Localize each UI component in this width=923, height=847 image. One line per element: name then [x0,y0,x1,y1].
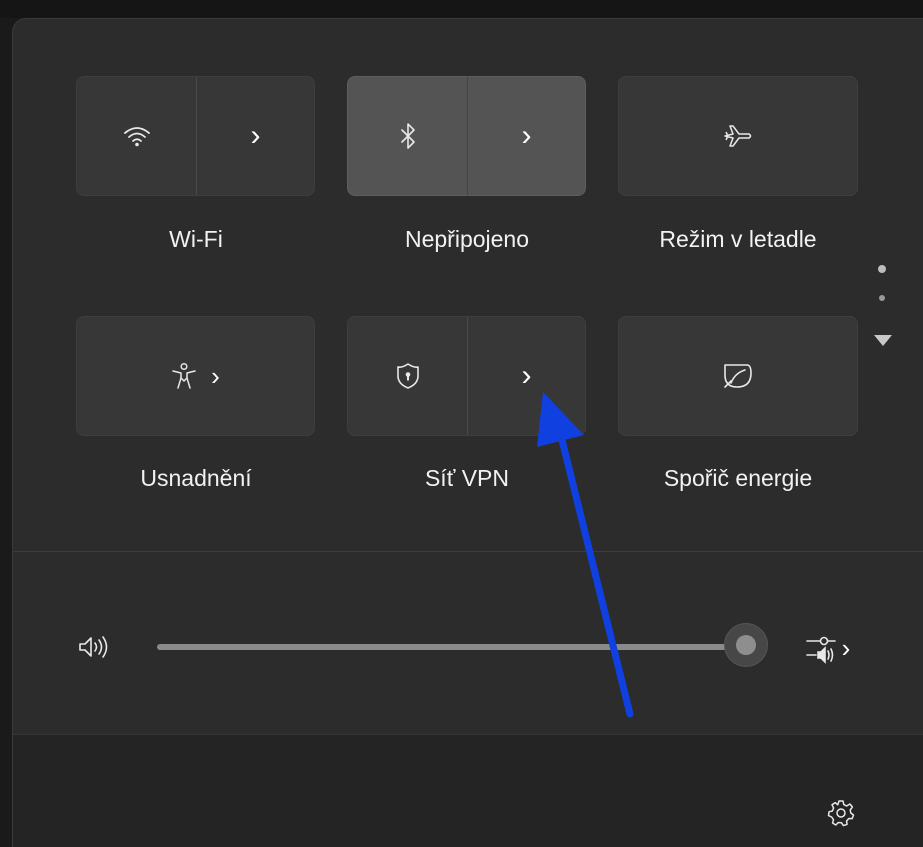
annotation-arrow [537,392,634,718]
